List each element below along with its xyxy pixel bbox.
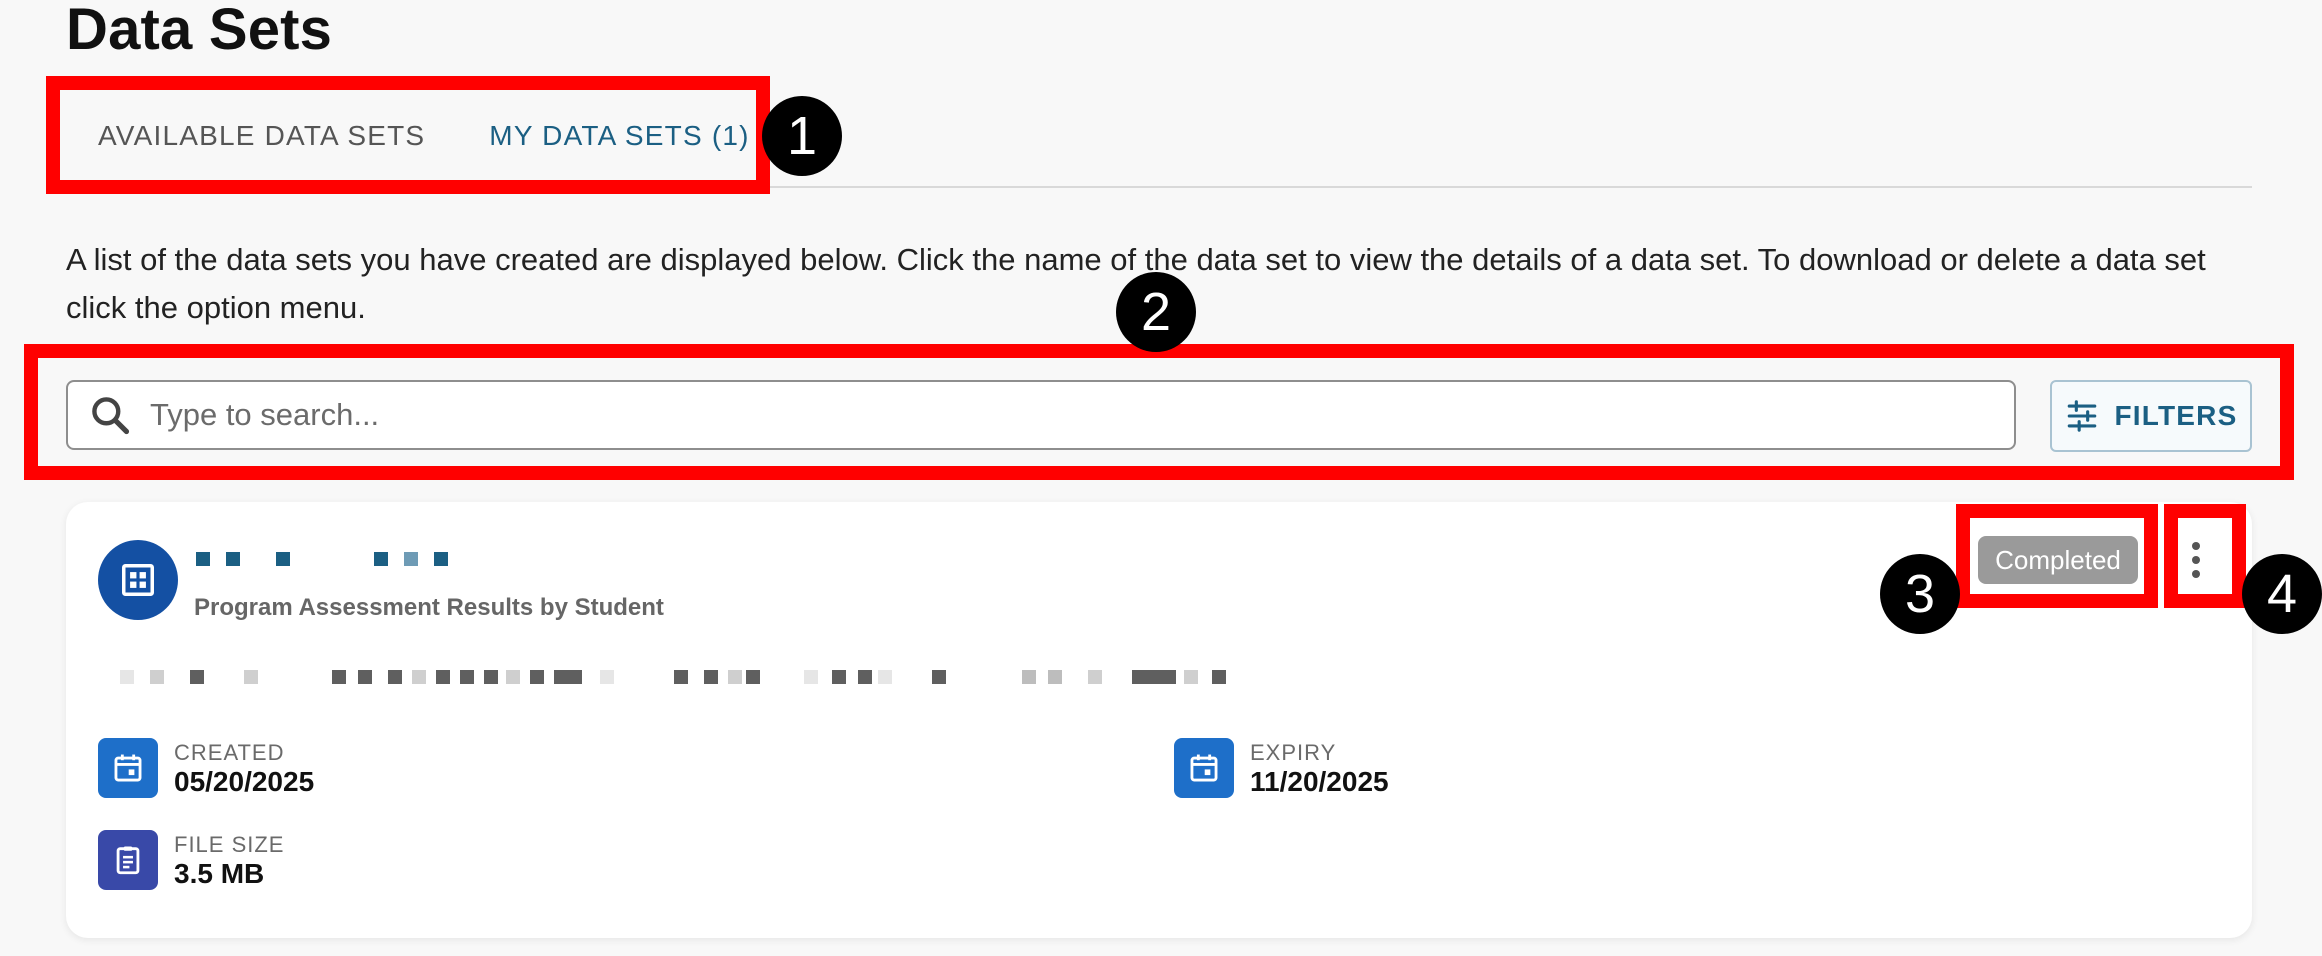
- dataset-avatar: [98, 540, 178, 620]
- expiry-calendar-icon: [1174, 738, 1234, 798]
- created-value: 05/20/2025: [174, 766, 315, 797]
- page-title: Data Sets: [66, 0, 333, 62]
- annotation-box-search: [24, 344, 2294, 480]
- file-size-value: 3.5 MB: [174, 858, 265, 889]
- annotation-box-status: [1956, 504, 2158, 608]
- dataset-subtitle: Program Assessment Results by Student: [194, 594, 664, 621]
- created-calendar-icon: [98, 738, 158, 798]
- dataset-title-redacted[interactable]: [196, 552, 448, 566]
- expiry-label: EXPIRY: [1250, 740, 1337, 765]
- annotation-box-tabs: [46, 76, 770, 194]
- annotation-marker-3: 3: [1880, 554, 1960, 634]
- expiry-value: 11/20/2025: [1250, 766, 1389, 797]
- annotation-box-menu: [2164, 504, 2246, 608]
- created-label: CREATED: [174, 740, 285, 765]
- file-size-label: FILE SIZE: [174, 832, 285, 857]
- annotation-marker-4: 4: [2242, 554, 2322, 634]
- dataset-description-redacted: [120, 670, 1226, 684]
- annotation-marker-2: 2: [1116, 272, 1196, 352]
- clipboard-icon: [98, 830, 158, 890]
- table-grid-icon: [122, 564, 154, 596]
- annotation-marker-1: 1: [762, 96, 842, 176]
